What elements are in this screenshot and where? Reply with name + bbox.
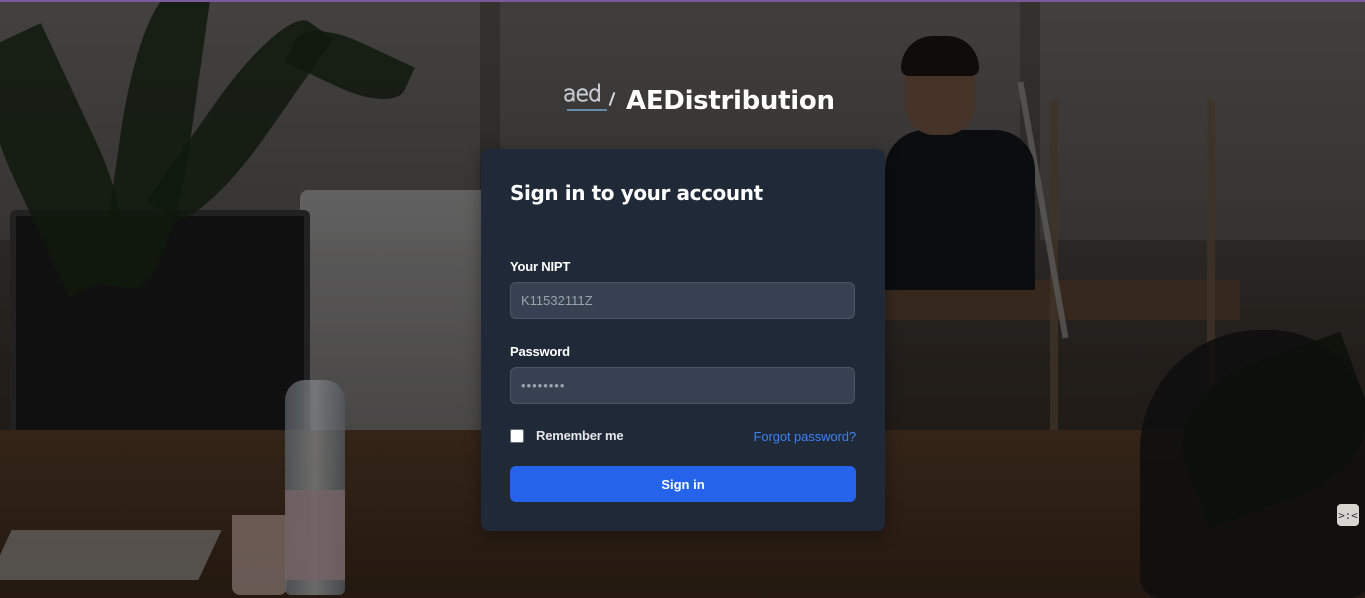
page-title: Sign in to your account: [510, 181, 763, 205]
password-label: Password: [510, 344, 570, 359]
nipt-label: Your NIPT: [510, 259, 571, 274]
nipt-input[interactable]: [510, 282, 855, 319]
password-input[interactable]: [510, 367, 855, 404]
sign-in-button[interactable]: Sign in: [510, 466, 856, 502]
remember-me-label[interactable]: Remember me: [536, 428, 624, 443]
brand-logo: aed AEDistribution: [563, 82, 835, 118]
remember-me: Remember me: [510, 428, 624, 443]
face-icon[interactable]: >:<: [1337, 504, 1359, 526]
forgot-password-link[interactable]: Forgot password?: [754, 429, 857, 444]
login-card: Sign in to your account Your NIPT Passwo…: [481, 149, 885, 531]
top-accent-line: [0, 0, 1365, 2]
brand-name: AEDistribution: [626, 86, 835, 116]
remember-me-checkbox[interactable]: [510, 428, 524, 443]
aed-logo-icon: aed: [563, 82, 619, 116]
